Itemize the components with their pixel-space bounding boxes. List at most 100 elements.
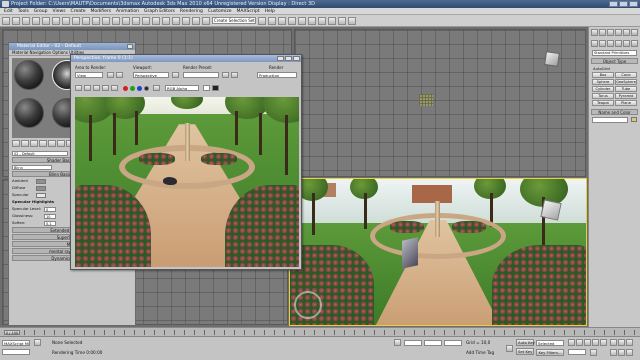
create-tab-icon[interactable] [591,29,598,36]
curve-editor-icon[interactable] [298,16,306,25]
zoom-extents-icon[interactable] [626,339,633,346]
shapes-icon[interactable] [599,40,606,47]
snaps-toggle-icon[interactable] [162,16,170,25]
render-setup-icon[interactable] [222,72,229,78]
modify-tab-icon[interactable] [599,29,606,36]
menu-views[interactable]: Views [53,9,66,14]
alpha-channel-icon[interactable] [144,86,149,91]
clone-frame-window-icon[interactable] [93,85,100,91]
maximize-icon[interactable] [619,1,628,7]
auto-region-icon[interactable] [116,72,123,78]
monochrome-icon[interactable] [153,85,160,91]
render-window-titlebar[interactable]: Perspective, frame 0 (1:1) [71,55,301,62]
select-by-name-icon[interactable] [62,16,70,25]
viewcube-icon[interactable] [544,51,560,67]
swatch-icon[interactable] [203,85,210,91]
z-coordinate-field[interactable] [444,340,462,346]
mirror-icon[interactable] [258,16,266,25]
render-production-icon[interactable] [348,16,356,25]
toggle-ui-overlay-icon[interactable] [212,85,219,91]
angle-snap-icon[interactable] [172,16,180,25]
cone-button[interactable]: Cone [615,72,637,78]
name-color-rollout[interactable]: Name and Color [591,109,638,115]
maxscript-listener-field-2[interactable] [2,349,30,355]
box-button[interactable]: Box [592,72,614,78]
align-icon[interactable] [268,16,276,25]
redo-icon[interactable] [12,16,20,25]
sphere-button[interactable]: Sphere [592,79,614,85]
make-unique-icon[interactable] [48,140,56,147]
auto-key-button[interactable]: Auto Key [516,339,535,346]
minimize-icon[interactable] [277,56,284,61]
previous-frame-icon[interactable] [576,339,583,346]
menu-animation[interactable]: Animation [116,9,139,14]
put-to-scene-icon[interactable] [21,140,29,147]
menu-graph-editors[interactable]: Graph Editors [144,9,175,14]
lock-selection-icon[interactable] [394,339,401,346]
pivot-center-icon[interactable] [132,16,140,25]
glossiness-spinner[interactable]: 10 [44,213,56,219]
clear-icon[interactable] [111,85,118,91]
cameras-icon[interactable] [615,40,622,47]
render-preset-dropdown[interactable] [183,72,219,78]
rendered-image[interactable] [75,97,299,267]
zoom-all-icon[interactable] [618,339,625,346]
menu-rendering[interactable]: Rendering [180,9,203,14]
area-to-render-dropdown[interactable]: View [75,72,103,78]
ambient-color-swatch[interactable] [36,178,46,184]
manipulate-icon[interactable] [142,16,150,25]
material-editor-titlebar[interactable]: Material Editor - 02 - Default [9,43,135,50]
menu-group[interactable]: Group [34,9,48,14]
go-to-end-icon[interactable] [600,339,607,346]
move-icon[interactable] [92,16,100,25]
blue-channel-icon[interactable] [137,86,142,91]
reference-coords-icon[interactable] [122,16,130,25]
tube-button[interactable]: Tube [615,86,637,92]
viewport-perspective[interactable] [289,178,587,326]
key-filters-button[interactable]: Key Filters... [536,349,564,356]
reset-map-icon[interactable] [39,140,47,147]
render-setup-icon[interactable] [328,16,336,25]
geosphere-button[interactable]: GeoSphere [615,79,637,85]
edit-named-sets-icon[interactable] [202,16,210,25]
menu-maxscript[interactable]: MAXScript [237,9,260,14]
current-frame-field[interactable] [568,349,586,355]
torus-button[interactable]: Torus [592,93,614,99]
spinner-snap-icon[interactable] [192,16,200,25]
object-color-swatch[interactable] [631,117,637,122]
x-coordinate-field[interactable] [404,340,422,346]
specular-level-spinner[interactable]: 0 [44,206,56,212]
bind-space-warp-icon[interactable] [42,16,50,25]
percent-snap-icon[interactable] [182,16,190,25]
display-channel-dropdown[interactable]: RGB Alpha [165,85,199,91]
utilities-tab-icon[interactable] [631,29,638,36]
soften-spinner[interactable]: 0.1 [44,220,56,226]
pyramid-button[interactable]: Pyramid [615,93,637,99]
material-editor-icon[interactable] [318,16,326,25]
hierarchy-tab-icon[interactable] [607,29,614,36]
sample-slot[interactable] [14,60,44,90]
object-type-rollout[interactable]: Object Type [591,58,638,64]
put-to-library-icon[interactable] [57,140,65,147]
named-selection-dropdown[interactable]: Create Selection Set [212,17,256,24]
go-to-start-icon[interactable] [568,339,575,346]
environment-effects-icon[interactable] [231,72,238,78]
object-name-field[interactable] [592,117,628,123]
primitive-category-dropdown[interactable]: Standard Primitives [592,50,637,56]
window-crossing-icon[interactable] [82,16,90,25]
keyboard-shortcut-icon[interactable] [152,16,160,25]
edit-region-icon[interactable] [107,72,114,78]
add-time-tag-button[interactable]: Add Time Tag [466,350,494,355]
close-icon[interactable] [293,56,300,61]
viewport-front[interactable] [294,29,586,177]
menu-edit[interactable]: Edit [4,9,13,14]
space-warps-icon[interactable] [631,40,638,47]
green-channel-icon[interactable] [130,86,135,91]
selected-object-wire[interactable] [419,94,433,106]
shader-dropdown[interactable]: Blinn [12,164,52,170]
next-frame-icon[interactable] [592,339,599,346]
graphite-ribbon-icon[interactable] [288,16,296,25]
maximize-icon[interactable] [285,56,292,61]
production-dropdown[interactable]: Production [257,72,297,78]
save-image-icon[interactable] [75,85,82,91]
